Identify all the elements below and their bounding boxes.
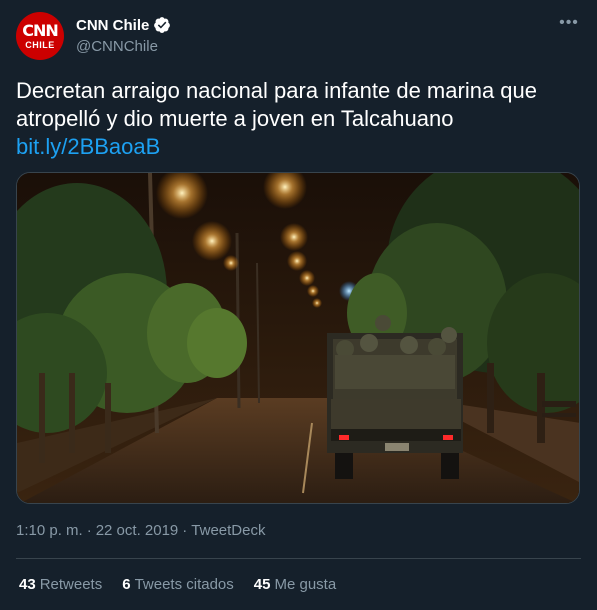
tweet-text: Decretan arraigo nacional para infante d… [16,77,581,161]
quotes-stat[interactable]: 6 Tweets citados [122,576,234,593]
meta-separator-1: · [86,522,92,539]
tweet-body: Decretan arraigo nacional para infante d… [16,78,537,131]
tweet-meta: 1:10 p. m. · 22 oct. 2019 · TweetDeck [16,522,265,539]
quotes-count: 6 [122,576,131,593]
avatar[interactable]: CNN CHILE [16,12,64,60]
retweets-label: Retweets [39,576,103,593]
tweet-time[interactable]: 1:10 p. m. [16,522,83,539]
tweet-source[interactable]: TweetDeck [191,522,265,539]
retweets-count: 43 [19,576,36,593]
likes-label: Me gusta [274,576,337,593]
tweet-link[interactable]: bit.ly/2BBaoaB [16,134,160,159]
photo-night-street-truck [17,173,579,503]
likes-count: 45 [253,576,271,593]
name-row: CNN Chile [76,15,171,35]
quotes-label: Tweets citados [134,576,234,593]
retweets-stat[interactable]: 43 Retweets [19,576,102,593]
meta-separator-2: · [182,522,188,539]
display-name[interactable]: CNN Chile [76,17,149,34]
likes-stat[interactable]: 45 Me gusta [254,576,336,593]
tweet-date[interactable]: 22 oct. 2019 [96,522,179,539]
logo-cnn-text: CNN [22,21,59,40]
tweet-header: CNN CHILE CNN Chile @CNNChile ••• [16,12,581,60]
tweet-photo[interactable] [16,172,580,504]
more-options-icon[interactable]: ••• [557,15,581,36]
handle[interactable]: @CNNChile [76,38,158,55]
verified-badge-icon [154,17,171,33]
tweet-stats: 43 Retweets 6 Tweets citados 45 Me gusta [19,576,356,593]
logo-chile-text: CHILE [25,40,55,50]
divider-top [16,558,581,559]
